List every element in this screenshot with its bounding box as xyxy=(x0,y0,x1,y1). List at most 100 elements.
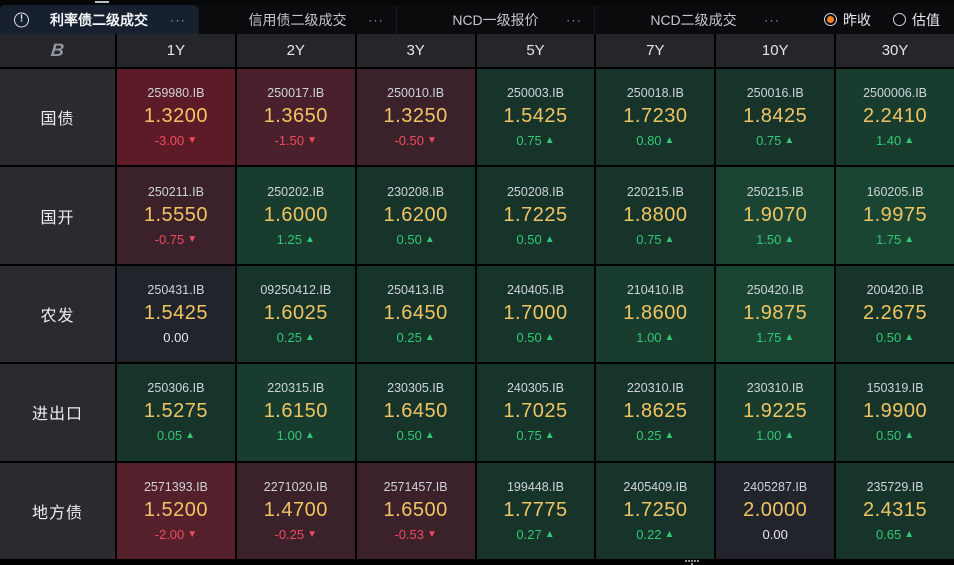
quote-cell[interactable]: 235729.IB 2.4315 0.65 ▲ xyxy=(836,462,954,559)
quote-cell[interactable]: 240305.IB 1.7025 0.75 ▲ xyxy=(476,364,595,461)
change-number: -0.75 xyxy=(154,231,185,247)
tab-menu-icon[interactable]: ··· xyxy=(170,12,186,27)
quote-cell[interactable]: 230208.IB 1.6200 0.50 ▲ xyxy=(356,167,475,264)
quote-cell[interactable]: 259980.IB 1.3200 -3.00 ▼ xyxy=(117,69,235,166)
quote-cell[interactable]: 250016.IB 1.8425 0.75 ▲ xyxy=(716,69,835,166)
change-number: 0.50 xyxy=(875,329,902,345)
up-arrow-icon: ▲ xyxy=(544,233,555,245)
quote-cell[interactable]: 160205.IB 1.9975 1.75 ▲ xyxy=(836,167,954,264)
change-value: 1.40 ▲ xyxy=(876,133,914,148)
change-value: 0.50 ▲ xyxy=(516,330,554,345)
tab-4[interactable]: NCD二级成交 ··· xyxy=(594,5,792,34)
change-number: -0.53 xyxy=(394,526,424,542)
quote-cell[interactable]: 2271020.IB 1.4700 -0.25 ▼ xyxy=(236,462,355,559)
quote-cell[interactable]: 2405409.IB 1.7250 0.22 ▲ xyxy=(596,462,715,559)
quote-cell[interactable]: 09250412.IB 1.6025 0.25 ▲ xyxy=(236,265,355,363)
bond-code: 2405287.IB xyxy=(743,479,808,494)
change-value: -0.25 ▼ xyxy=(275,527,318,542)
yield-value: 1.9900 xyxy=(862,400,928,423)
bond-code: 2571457.IB xyxy=(383,479,448,494)
tab-menu-icon[interactable]: ··· xyxy=(764,12,780,27)
bond-code: 200420.IB xyxy=(866,282,924,297)
change-number: 0.22 xyxy=(636,526,662,542)
change-number: 0.27 xyxy=(516,526,542,542)
up-arrow-icon: ▲ xyxy=(544,528,555,540)
quote-cell[interactable]: 240405.IB 1.7000 0.50 ▲ xyxy=(476,265,595,363)
quote-cell[interactable]: 250208.IB 1.7225 0.50 ▲ xyxy=(476,167,595,264)
yield-value: 1.7775 xyxy=(503,498,568,521)
quote-cell[interactable]: 230305.IB 1.6450 0.50 ▲ xyxy=(356,364,475,461)
up-arrow-icon: ▲ xyxy=(784,331,795,343)
down-arrow-icon: ▼ xyxy=(307,528,318,540)
change-value: 0.25 ▲ xyxy=(397,330,435,345)
bond-code: 250018.IB xyxy=(626,86,684,101)
yield-value: 2.2675 xyxy=(862,301,928,324)
change-value: -0.53 ▼ xyxy=(394,527,437,542)
bond-code: 230208.IB xyxy=(387,184,445,199)
tab-2[interactable]: 信用债二级成交 ··· xyxy=(198,5,396,34)
radio-option-2[interactable]: 估值 xyxy=(893,10,940,30)
quote-cell[interactable]: 250018.IB 1.7230 0.80 ▲ xyxy=(596,69,715,166)
quote-cell[interactable]: 220215.IB 1.8800 0.75 ▲ xyxy=(596,167,715,264)
change-value: 0.50 ▲ xyxy=(516,232,554,247)
tab-menu-icon[interactable]: ··· xyxy=(566,12,582,27)
change-number: 0.50 xyxy=(516,329,542,345)
quote-cell[interactable]: 2571393.IB 1.5200 -2.00 ▼ xyxy=(117,462,235,559)
quote-cell[interactable]: 250010.IB 1.3250 -0.50 ▼ xyxy=(356,69,475,166)
tab-3[interactable]: NCD一级报价 ··· xyxy=(396,5,594,34)
quote-cell[interactable]: 250202.IB 1.6000 1.25 ▲ xyxy=(236,167,355,264)
up-arrow-icon: ▲ xyxy=(544,135,555,147)
yield-value: 1.7000 xyxy=(503,301,568,324)
row-label: 进出口 xyxy=(0,364,115,461)
quote-cell[interactable]: 2405287.IB 2.0000 0.00 xyxy=(716,462,835,559)
change-number: -0.25 xyxy=(274,526,305,542)
quote-cell[interactable]: 200420.IB 2.2675 0.50 ▲ xyxy=(836,265,954,363)
change-value: -1.50 ▼ xyxy=(275,133,318,148)
radio-group: 昨收 估值 xyxy=(792,5,954,34)
quote-cell[interactable]: 220315.IB 1.6150 1.00 ▲ xyxy=(236,364,355,461)
bond-code: 2271020.IB xyxy=(263,479,328,494)
quote-cell[interactable]: 150319.IB 1.9900 0.50 ▲ xyxy=(836,364,954,461)
radio-selected-1[interactable]: 昨收 xyxy=(824,10,871,30)
bond-code: 250211.IB xyxy=(147,184,204,199)
quote-cell[interactable]: 250003.IB 1.5425 0.75 ▲ xyxy=(476,69,595,166)
change-value: 0.50 ▲ xyxy=(397,428,435,443)
yield-value: 2.4315 xyxy=(862,498,928,521)
radio-off-icon xyxy=(893,13,906,26)
quote-cell[interactable]: 250017.IB 1.3650 -1.50 ▼ xyxy=(236,69,355,166)
quote-cell[interactable]: 199448.IB 1.7775 0.27 ▲ xyxy=(476,462,595,559)
quote-cell[interactable]: 250413.IB 1.6450 0.25 ▲ xyxy=(356,265,475,363)
change-value: 0.80 ▲ xyxy=(636,133,674,148)
change-number: 0.75 xyxy=(756,133,782,149)
tab-1[interactable]: ! 利率债二级成交 ··· xyxy=(0,5,198,34)
quote-cell[interactable]: 220310.IB 1.8625 0.25 ▲ xyxy=(596,364,715,461)
quote-cell[interactable]: 250215.IB 1.9070 1.50 ▲ xyxy=(716,167,835,264)
quote-cell[interactable]: 230310.IB 1.9225 1.00 ▲ xyxy=(716,364,835,461)
change-number: 0.75 xyxy=(516,133,542,149)
change-value: 0.25 ▲ xyxy=(636,428,674,443)
up-arrow-icon: ▲ xyxy=(664,528,675,540)
tab-menu-icon[interactable]: ··· xyxy=(368,12,384,27)
bond-code: 220215.IB xyxy=(626,184,684,199)
quote-cell[interactable]: 250431.IB 1.5425 0.00 xyxy=(117,265,235,363)
bond-code: 220310.IB xyxy=(626,381,684,396)
quote-cell[interactable]: 210410.IB 1.8600 1.00 ▲ xyxy=(596,265,715,363)
quote-cell[interactable]: 2500006.IB 2.2410 1.40 ▲ xyxy=(836,69,954,166)
yield-value: 1.6150 xyxy=(263,400,328,423)
quote-cell[interactable]: 250306.IB 1.5275 0.05 ▲ xyxy=(117,364,235,461)
change-number: 0.50 xyxy=(396,231,422,247)
up-arrow-icon: ▲ xyxy=(904,331,915,343)
change-value: 1.50 ▲ xyxy=(756,232,794,247)
yield-value: 1.8800 xyxy=(623,203,688,226)
change-number: 0.75 xyxy=(636,231,662,247)
bond-code: 250017.IB xyxy=(267,86,325,101)
scrollbar-handle[interactable] xyxy=(684,560,700,565)
quote-cell[interactable]: 250420.IB 1.9875 1.75 ▲ xyxy=(716,265,835,363)
yield-value: 1.5425 xyxy=(503,105,568,128)
quote-cell[interactable]: 250211.IB 1.5550 -0.75 ▼ xyxy=(117,167,235,264)
quote-cell[interactable]: 2571457.IB 1.6500 -0.53 ▼ xyxy=(356,462,475,559)
up-arrow-icon: ▲ xyxy=(304,331,315,343)
column-header-10Y: 10Y xyxy=(716,34,835,67)
bond-code: 250306.IB xyxy=(147,381,205,396)
change-number: 1.00 xyxy=(756,428,782,444)
